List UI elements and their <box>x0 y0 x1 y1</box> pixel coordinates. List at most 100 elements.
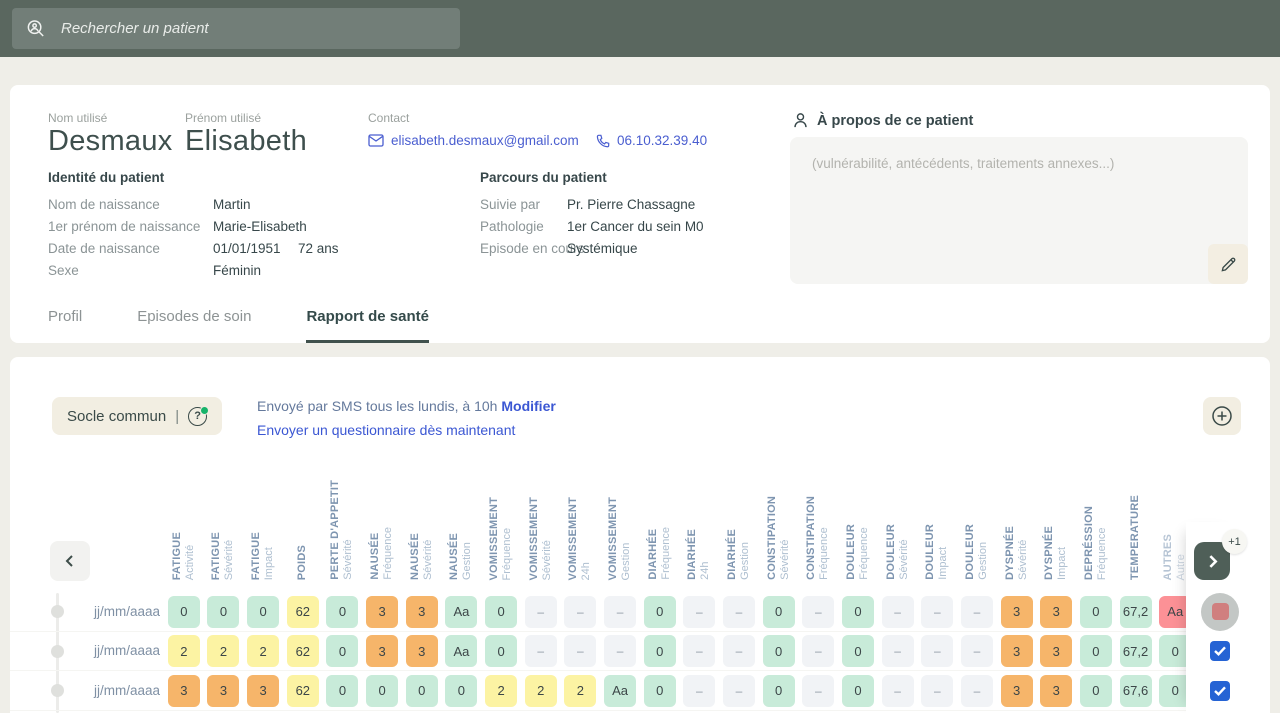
tab-profil[interactable]: Profil <box>48 308 82 343</box>
symptom-cell[interactable]: 62 <box>287 596 319 628</box>
symptom-cell[interactable]: 0 <box>763 635 795 667</box>
symptom-cell[interactable]: – <box>921 635 953 667</box>
symptom-cell[interactable]: – <box>802 635 834 667</box>
symptom-cell[interactable]: 2 <box>207 635 239 667</box>
table-rows: jj/mm/aaaa00062033Aa0–––0––0–0–––33067,2… <box>10 592 1186 711</box>
row-checkbox[interactable] <box>1210 681 1230 701</box>
symptom-cell[interactable]: – <box>683 675 715 707</box>
symptom-cell[interactable]: 0 <box>644 635 676 667</box>
symptom-cell[interactable]: – <box>921 675 953 707</box>
row-selection-indicator[interactable] <box>1201 593 1239 631</box>
symptom-cell[interactable]: 3 <box>1040 596 1072 628</box>
symptom-cell[interactable]: 0 <box>1080 635 1112 667</box>
add-questionnaire-button[interactable] <box>1203 397 1241 435</box>
symptom-cell[interactable]: – <box>564 596 596 628</box>
symptom-cell[interactable]: 0 <box>366 675 398 707</box>
tab-rapport-de-sante[interactable]: Rapport de santé <box>306 308 429 343</box>
symptom-cell[interactable]: 67,2 <box>1120 635 1152 667</box>
symptom-cell[interactable]: 2 <box>564 675 596 707</box>
symptom-cell[interactable]: – <box>683 635 715 667</box>
symptom-cell[interactable]: 3 <box>1001 635 1033 667</box>
symptom-cell[interactable]: – <box>961 635 993 667</box>
symptom-cell[interactable]: – <box>882 596 914 628</box>
symptom-cell[interactable]: 0 <box>247 596 279 628</box>
symptom-cell[interactable]: – <box>723 675 755 707</box>
symptom-cell[interactable]: 0 <box>763 596 795 628</box>
symptom-cell[interactable]: 2 <box>247 635 279 667</box>
symptom-cell[interactable]: 0 <box>326 675 358 707</box>
symptom-cell[interactable]: 0 <box>644 596 676 628</box>
symptom-cell[interactable]: Aa <box>445 635 477 667</box>
symptom-cell[interactable]: 0 <box>485 596 517 628</box>
symptom-cell[interactable]: – <box>683 596 715 628</box>
patient-email[interactable]: elisabeth.desmaux@gmail.com <box>368 133 579 148</box>
help-icon[interactable]: ? <box>188 407 207 426</box>
row-checkbox[interactable] <box>1210 641 1230 661</box>
search-input[interactable] <box>46 20 460 37</box>
symptom-cell[interactable]: 0 <box>763 675 795 707</box>
symptom-cell[interactable]: 3 <box>168 675 200 707</box>
symptom-cell[interactable]: 2 <box>168 635 200 667</box>
symptom-cell[interactable]: – <box>921 596 953 628</box>
socle-commun-button[interactable]: Socle commun | ? <box>52 397 222 435</box>
patient-first-name: Elisabeth <box>185 125 307 158</box>
symptom-cell[interactable]: 0 <box>842 675 874 707</box>
symptom-cell[interactable]: 67,2 <box>1120 596 1152 628</box>
symptom-cell[interactable]: 3 <box>366 596 398 628</box>
symptom-cell[interactable]: 0 <box>842 635 874 667</box>
symptom-cell[interactable]: 0 <box>644 675 676 707</box>
modify-schedule-link[interactable]: Modifier <box>501 398 555 414</box>
symptom-cell[interactable]: 3 <box>1040 675 1072 707</box>
symptom-cell[interactable]: – <box>802 596 834 628</box>
symptom-cell[interactable]: – <box>604 596 636 628</box>
symptom-cell[interactable]: 62 <box>287 675 319 707</box>
symptom-cell[interactable]: 3 <box>207 675 239 707</box>
patient-search[interactable] <box>12 8 460 49</box>
tab-episodes-de-soin[interactable]: Episodes de soin <box>137 308 251 343</box>
symptom-cell[interactable]: 2 <box>485 675 517 707</box>
symptom-cell[interactable]: 67,6 <box>1120 675 1152 707</box>
symptom-cell[interactable]: Aa <box>445 596 477 628</box>
symptom-cell[interactable]: 3 <box>1001 675 1033 707</box>
symptom-cell[interactable]: – <box>882 635 914 667</box>
symptom-cell[interactable]: – <box>525 596 557 628</box>
symptom-cell[interactable]: 2 <box>525 675 557 707</box>
symptom-cell[interactable]: – <box>882 675 914 707</box>
about-patient-textarea[interactable] <box>790 137 1248 284</box>
send-questionnaire-link[interactable]: Envoyer un questionnaire dès maintenant <box>257 418 556 442</box>
symptom-cell[interactable]: – <box>802 675 834 707</box>
topbar <box>0 0 1280 57</box>
symptom-cell[interactable]: 3 <box>406 596 438 628</box>
symptom-cell[interactable]: 0 <box>485 635 517 667</box>
symptom-cell[interactable]: 3 <box>1040 635 1072 667</box>
symptom-cell[interactable]: 0 <box>326 635 358 667</box>
symptom-cell[interactable]: Aa <box>604 675 636 707</box>
symptom-cell[interactable]: 0 <box>207 596 239 628</box>
patient-phone[interactable]: 06.10.32.39.40 <box>596 133 707 148</box>
symptom-cell[interactable]: – <box>564 635 596 667</box>
symptom-cell[interactable]: 0 <box>842 596 874 628</box>
cell-wrapper: – <box>878 596 918 628</box>
symptom-cell[interactable]: 0 <box>406 675 438 707</box>
symptom-cell[interactable]: 3 <box>406 635 438 667</box>
symptom-cell[interactable]: 0 <box>1080 596 1112 628</box>
symptom-cell[interactable]: 0 <box>445 675 477 707</box>
symptom-cell[interactable]: 62 <box>287 635 319 667</box>
symptom-cell[interactable]: 0 <box>1080 675 1112 707</box>
symptom-cell[interactable]: – <box>961 596 993 628</box>
symptom-cell[interactable]: 0 <box>168 596 200 628</box>
row-date[interactable]: jj/mm/aaaa <box>60 671 160 710</box>
symptom-cell[interactable]: – <box>723 635 755 667</box>
symptom-cell[interactable]: – <box>961 675 993 707</box>
table-prev-button[interactable] <box>50 541 90 581</box>
symptom-cell[interactable]: 3 <box>1001 596 1033 628</box>
symptom-cell[interactable]: – <box>723 596 755 628</box>
row-date[interactable]: jj/mm/aaaa <box>60 632 160 671</box>
symptom-cell[interactable]: – <box>604 635 636 667</box>
symptom-cell[interactable]: 0 <box>326 596 358 628</box>
symptom-cell[interactable]: 3 <box>366 635 398 667</box>
symptom-cell[interactable]: – <box>525 635 557 667</box>
row-date[interactable]: jj/mm/aaaa <box>60 592 160 631</box>
symptom-cell[interactable]: 3 <box>247 675 279 707</box>
edit-about-button[interactable] <box>1208 244 1248 284</box>
